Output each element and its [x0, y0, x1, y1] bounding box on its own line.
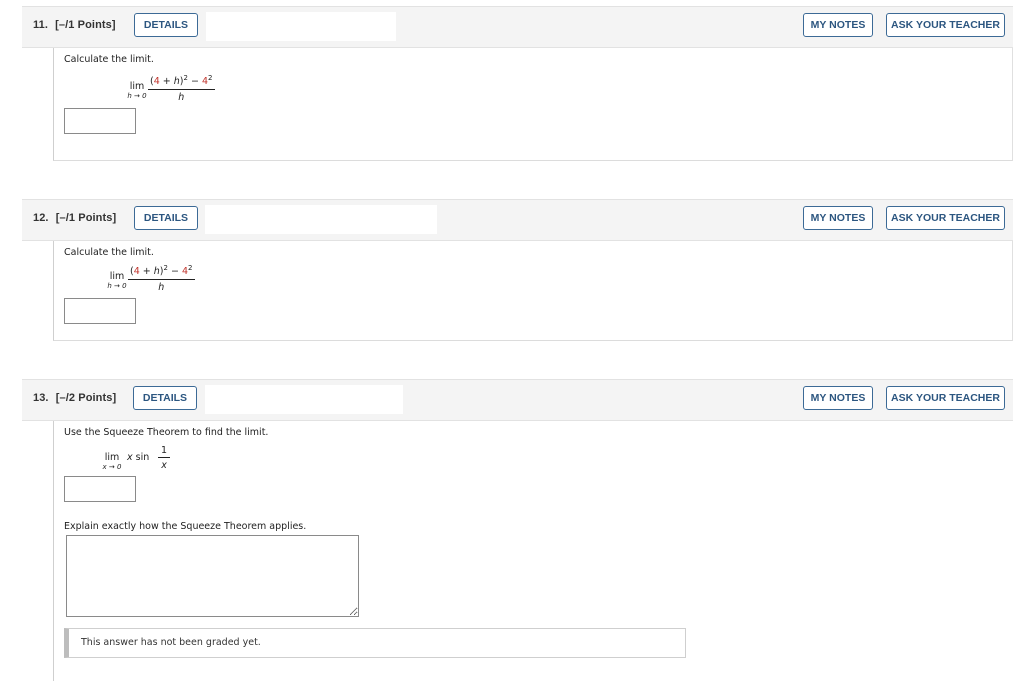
my-notes-button[interactable]: MY NOTES: [803, 206, 873, 230]
question-body: Use the Squeeze Theorem to find the limi…: [53, 421, 1013, 681]
question-number-label: 12.: [33, 212, 49, 224]
explanation-textarea[interactable]: [66, 535, 359, 617]
answer-input[interactable]: [64, 298, 136, 324]
fraction-denominator: h: [158, 282, 165, 293]
explain-prompt: Explain exactly how the Squeeze Theorem …: [64, 521, 307, 532]
limit-operator: lim x → 0: [100, 453, 124, 471]
answer-input[interactable]: [64, 476, 136, 502]
question-number: 13. [–/2 Points]: [33, 392, 116, 404]
expression-term: x sin: [127, 452, 150, 463]
limit-operator: lim h → 0: [104, 272, 130, 290]
question-13: 13. [–/2 Points] DETAILS MY NOTES ASK YO…: [22, 379, 1013, 681]
question-12: 12. [–/1 Points] DETAILS MY NOTES ASK YO…: [22, 199, 1013, 341]
details-button[interactable]: DETAILS: [133, 386, 197, 410]
ask-your-teacher-button[interactable]: ASK YOUR TEACHER: [886, 13, 1005, 37]
lim-subscript: h → 0: [127, 91, 147, 100]
points-label: [–/1 Points]: [55, 19, 116, 31]
ask-your-teacher-button[interactable]: ASK YOUR TEACHER: [886, 206, 1005, 230]
question-header: 13. [–/2 Points] DETAILS MY NOTES ASK YO…: [22, 379, 1013, 421]
points-label: [–/2 Points]: [55, 392, 117, 404]
question-prompt: Calculate the limit.: [64, 247, 154, 258]
fraction-numerator: (4 + h)2 − 42: [148, 74, 215, 90]
grading-status-box: This answer has not been graded yet.: [64, 628, 686, 658]
question-number: 11. [–/1 Points]: [33, 19, 116, 31]
fraction: (4 + h)2 − 42 h: [148, 74, 215, 103]
header-blank-area: [205, 205, 437, 234]
details-button[interactable]: DETAILS: [134, 13, 198, 37]
fraction: 1 x: [158, 445, 171, 471]
details-button[interactable]: DETAILS: [134, 206, 198, 230]
question-header: 12. [–/1 Points] DETAILS MY NOTES ASK YO…: [22, 199, 1013, 241]
question-number: 12. [–/1 Points]: [33, 212, 116, 224]
question-body: Calculate the limit. lim h → 0 (4 + h)2 …: [53, 48, 1013, 161]
my-notes-button[interactable]: MY NOTES: [803, 386, 873, 410]
fraction-numerator: 1: [158, 445, 171, 458]
fraction-denominator: x: [161, 460, 167, 471]
question-body: Calculate the limit. lim h → 0 (4 + h)2 …: [53, 241, 1013, 341]
lim-word: lim: [129, 81, 145, 92]
fraction-numerator: (4 + h)2 − 42: [128, 264, 195, 280]
ask-your-teacher-button[interactable]: ASK YOUR TEACHER: [886, 386, 1005, 410]
answer-input[interactable]: [64, 108, 136, 134]
my-notes-button[interactable]: MY NOTES: [803, 13, 873, 37]
limit-operator: lim h → 0: [124, 82, 150, 100]
header-blank-area: [205, 385, 403, 414]
fraction: (4 + h)2 − 42 h: [128, 264, 195, 293]
lim-word: lim: [104, 452, 120, 463]
question-number-label: 11.: [33, 19, 48, 31]
question-prompt: Use the Squeeze Theorem to find the limi…: [64, 427, 269, 438]
lim-subscript: x → 0: [102, 462, 122, 471]
points-label: [–/1 Points]: [55, 212, 117, 224]
question-number-label: 13.: [33, 392, 49, 404]
lim-subscript: h → 0: [107, 281, 127, 290]
question-prompt: Calculate the limit.: [64, 54, 154, 65]
header-blank-area: [206, 12, 396, 41]
grading-status-text: This answer has not been graded yet.: [81, 637, 261, 648]
lim-word: lim: [109, 271, 125, 282]
fraction-denominator: h: [178, 92, 185, 103]
question-11: 11. [–/1 Points] DETAILS MY NOTES ASK YO…: [22, 6, 1013, 161]
question-header: 11. [–/1 Points] DETAILS MY NOTES ASK YO…: [22, 6, 1013, 48]
